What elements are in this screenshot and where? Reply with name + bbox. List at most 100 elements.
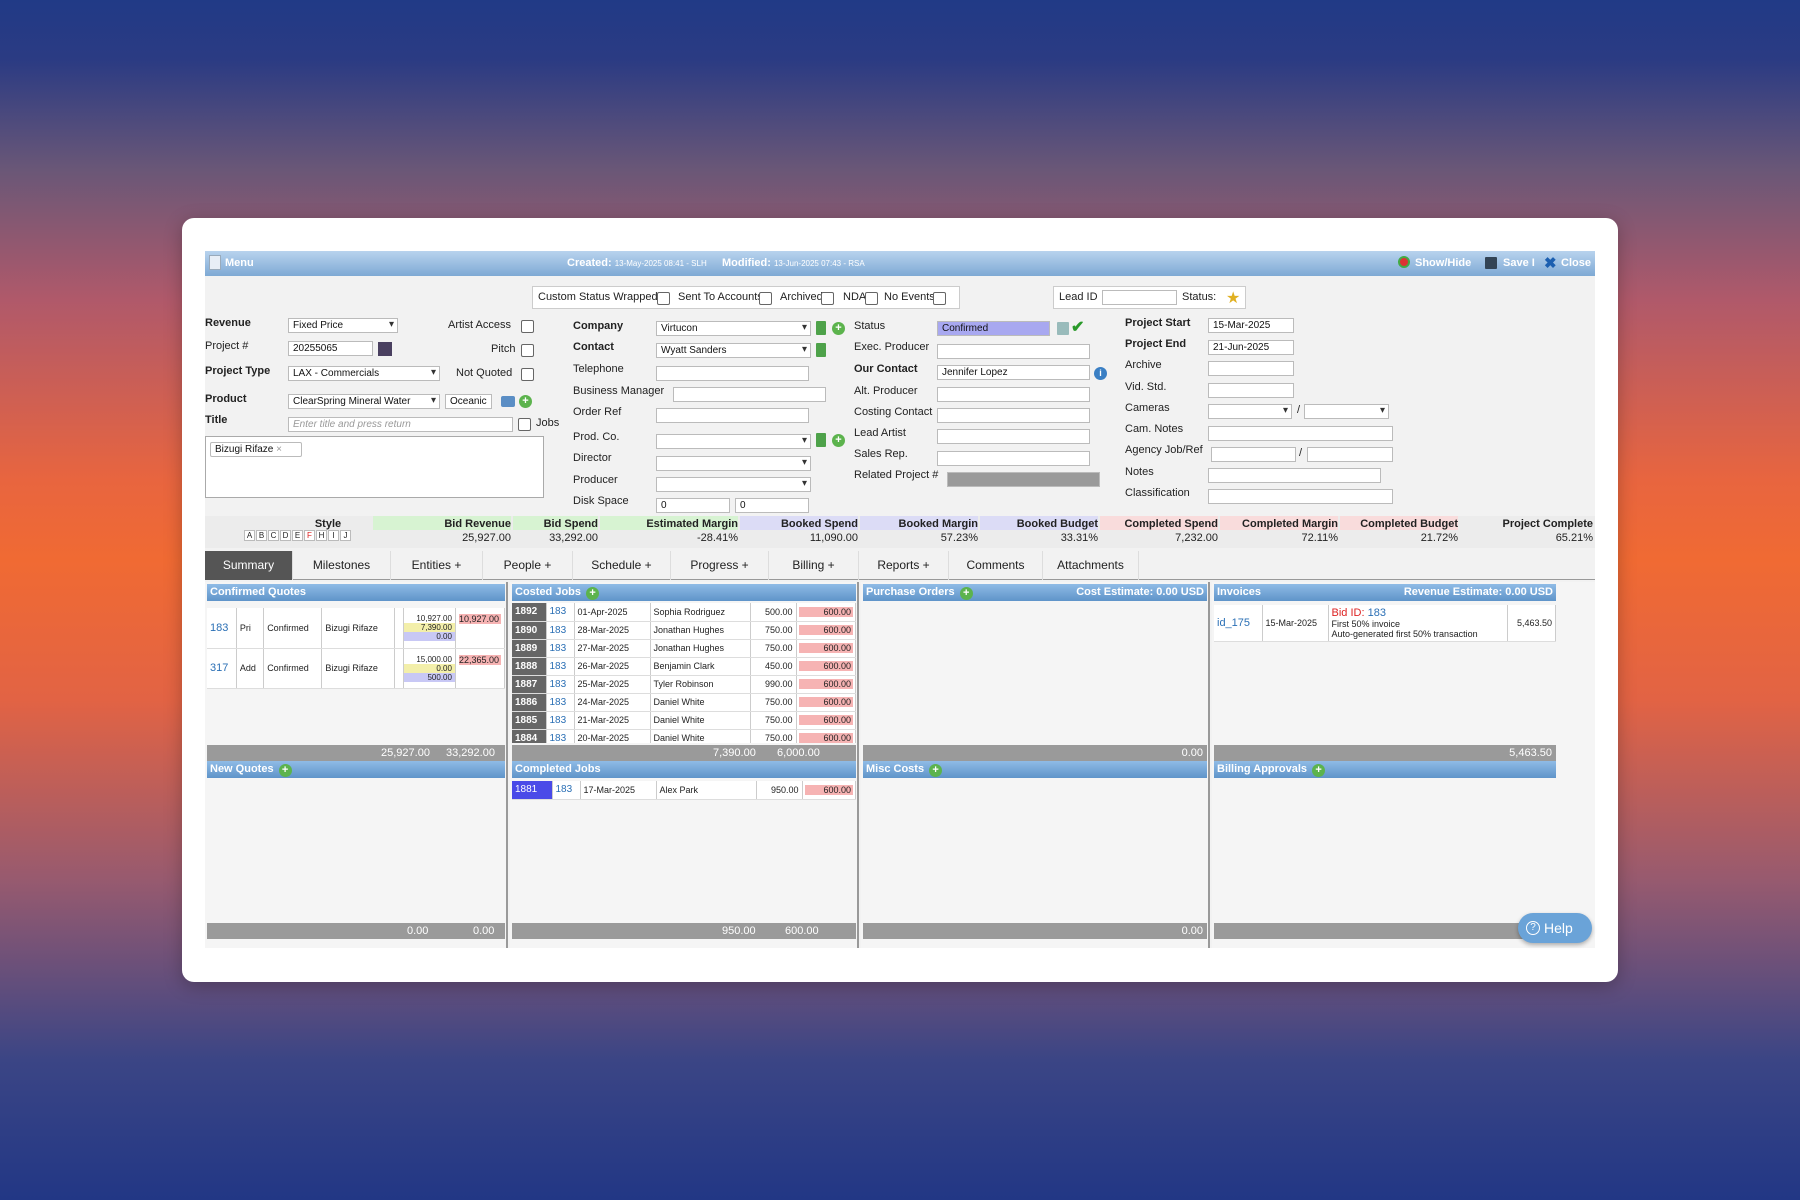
job-id[interactable]: 1890 <box>512 621 547 640</box>
close-icon[interactable]: ✖ <box>1544 254 1557 272</box>
quote-id-link[interactable]: 317 <box>207 648 237 689</box>
cam-notes-input[interactable] <box>1208 426 1393 441</box>
style-letter-button[interactable]: A <box>244 530 255 541</box>
job-row[interactable]: 1890 183 28-Mar-2025 Jonathan Hughes 750.00 6… <box>512 621 856 640</box>
artist-access-checkbox[interactable] <box>521 320 534 333</box>
job-row[interactable]: 1881 183 17-Mar-2025 Alex Park 950.00 600.00 <box>512 781 856 800</box>
tab-attachments[interactable]: Attachments <box>1043 551 1139 580</box>
agency-ref-input[interactable] <box>1307 447 1393 462</box>
job-row[interactable]: 1886 183 24-Mar-2025 Daniel White 750.00 600.… <box>512 693 856 712</box>
product-tag[interactable]: Oceanic <box>445 394 492 409</box>
style-letter-button[interactable]: H <box>316 530 327 541</box>
style-letter-button[interactable]: D <box>280 530 291 541</box>
status-doc-icon[interactable] <box>1057 322 1069 335</box>
job-id[interactable]: 1887 <box>512 675 547 694</box>
tab-entities[interactable]: Entities + <box>391 551 483 580</box>
job-row[interactable]: 1887 183 25-Mar-2025 Tyler Robinson 990.00 60… <box>512 675 856 694</box>
prod-co-select[interactable] <box>656 434 811 449</box>
costing-contact-input[interactable] <box>937 408 1090 423</box>
telephone-input[interactable] <box>656 366 809 381</box>
tags-box[interactable]: Bizugi Rifaze × <box>205 436 544 498</box>
invoice-row[interactable]: id_175 15-Mar-2025 Bid ID: 183 First 50%… <box>1214 605 1556 642</box>
add-product-icon[interactable]: + <box>519 395 532 408</box>
job-id[interactable]: 1886 <box>512 693 547 712</box>
job-id[interactable]: 1884 <box>512 729 547 743</box>
contact-select[interactable]: Wyatt Sanders <box>656 343 811 358</box>
order-ref-input[interactable] <box>656 408 809 423</box>
quote-row[interactable]: 317 Add Confirmed Bizugi Rifaze 15,000.00 0.0… <box>207 648 506 689</box>
star-icon[interactable]: ★ <box>1226 288 1240 308</box>
color-swatch[interactable] <box>378 342 392 356</box>
job-bid-link[interactable]: 183 <box>546 639 575 658</box>
job-bid-link[interactable]: 183 <box>546 621 575 640</box>
product-info-icon[interactable] <box>501 396 515 407</box>
style-letter-button[interactable]: J <box>340 530 351 541</box>
tab-milestones[interactable]: Milestones <box>293 551 391 580</box>
project-type-select[interactable]: LAX - Commercials <box>288 366 440 381</box>
archive-input[interactable] <box>1208 361 1294 376</box>
prod-co-book-icon[interactable] <box>816 433 826 447</box>
add-company-icon[interactable]: + <box>832 322 845 335</box>
style-letter-button[interactable]: I <box>328 530 339 541</box>
tag-remove-icon[interactable]: × <box>276 444 282 455</box>
invoice-id-link[interactable]: id_175 <box>1214 605 1263 642</box>
tab-progress[interactable]: Progress + <box>671 551 769 580</box>
add-prod-co-icon[interactable]: + <box>832 434 845 447</box>
producer-select[interactable] <box>656 477 811 492</box>
style-letter-button[interactable]: E <box>292 530 303 541</box>
tab-schedule[interactable]: Schedule + <box>573 551 671 580</box>
job-id[interactable]: 1881 <box>512 781 553 800</box>
our-contact-input[interactable]: Jennifer Lopez <box>937 365 1090 380</box>
alt-producer-input[interactable] <box>937 387 1090 402</box>
quote-id-link[interactable]: 183 <box>207 608 237 649</box>
disk-space-input-b[interactable]: 0 <box>735 498 809 513</box>
job-bid-link[interactable]: 183 <box>546 603 575 622</box>
add-po-icon[interactable]: + <box>959 587 973 600</box>
job-bid-link[interactable]: 183 <box>546 693 575 712</box>
company-book-icon[interactable] <box>816 321 826 335</box>
project-number-input[interactable]: 20255065 <box>288 341 373 356</box>
vid-std-input[interactable] <box>1208 383 1294 398</box>
job-row[interactable]: 1892 183 01-Apr-2025 Sophia Rodriguez 500.00… <box>512 603 856 622</box>
save-icon[interactable] <box>1485 257 1497 269</box>
job-row[interactable]: 1888 183 26-Mar-2025 Benjamin Clark 450.00 60… <box>512 657 856 676</box>
nda-checkbox[interactable] <box>865 292 878 305</box>
cameras-select-b[interactable] <box>1304 404 1389 419</box>
classification-input[interactable] <box>1208 489 1393 504</box>
revenue-select[interactable]: Fixed Price <box>288 318 398 333</box>
jobs-checkbox[interactable] <box>518 418 531 431</box>
show-hide-icon[interactable] <box>1398 256 1410 268</box>
tab-reports[interactable]: Reports + <box>859 551 949 580</box>
archived-checkbox[interactable] <box>821 292 834 305</box>
custom-status-wrapped-checkbox[interactable] <box>657 292 670 305</box>
job-row[interactable]: 1889 183 27-Mar-2025 Jonathan Hughes 750.00 6… <box>512 639 856 658</box>
job-bid-link[interactable]: 183 <box>546 675 575 694</box>
job-id[interactable]: 1889 <box>512 639 547 658</box>
not-quoted-checkbox[interactable] <box>521 368 534 381</box>
job-id[interactable]: 1888 <box>512 657 547 676</box>
job-row[interactable]: 1884 183 20-Mar-2025 Daniel White 750.00 600.… <box>512 729 856 743</box>
sales-rep-input[interactable] <box>937 451 1090 466</box>
costed-jobs-scroll[interactable]: 1892 183 01-Apr-2025 Sophia Rodriguez 500.00… <box>512 603 856 743</box>
company-select[interactable]: Virtucon <box>656 321 811 336</box>
add-misc-cost-icon[interactable]: + <box>929 764 943 777</box>
add-billing-approval-icon[interactable]: + <box>1312 764 1326 777</box>
status-check-icon[interactable]: ✔ <box>1071 317 1084 337</box>
tab-summary[interactable]: Summary <box>205 551 293 580</box>
show-hide-button[interactable]: Show/Hide <box>1415 257 1471 269</box>
no-events-checkbox[interactable] <box>933 292 946 305</box>
agency-job-input[interactable] <box>1211 447 1296 462</box>
business-manager-input[interactable] <box>673 387 826 402</box>
save-button[interactable]: Save I <box>1503 257 1535 269</box>
job-bid-link[interactable]: 183 <box>546 657 575 676</box>
style-letter-button[interactable]: B <box>256 530 267 541</box>
contact-book-icon[interactable] <box>816 343 826 357</box>
style-letter-button[interactable]: C <box>268 530 279 541</box>
lead-id-input[interactable] <box>1102 290 1177 305</box>
status-select[interactable]: Confirmed <box>937 321 1050 336</box>
tab-billing[interactable]: Billing + <box>769 551 859 580</box>
lead-artist-input[interactable] <box>937 429 1090 444</box>
job-id[interactable]: 1885 <box>512 711 547 730</box>
product-select[interactable]: ClearSpring Mineral Water <box>288 394 440 409</box>
job-bid-link[interactable]: 183 <box>552 781 581 800</box>
